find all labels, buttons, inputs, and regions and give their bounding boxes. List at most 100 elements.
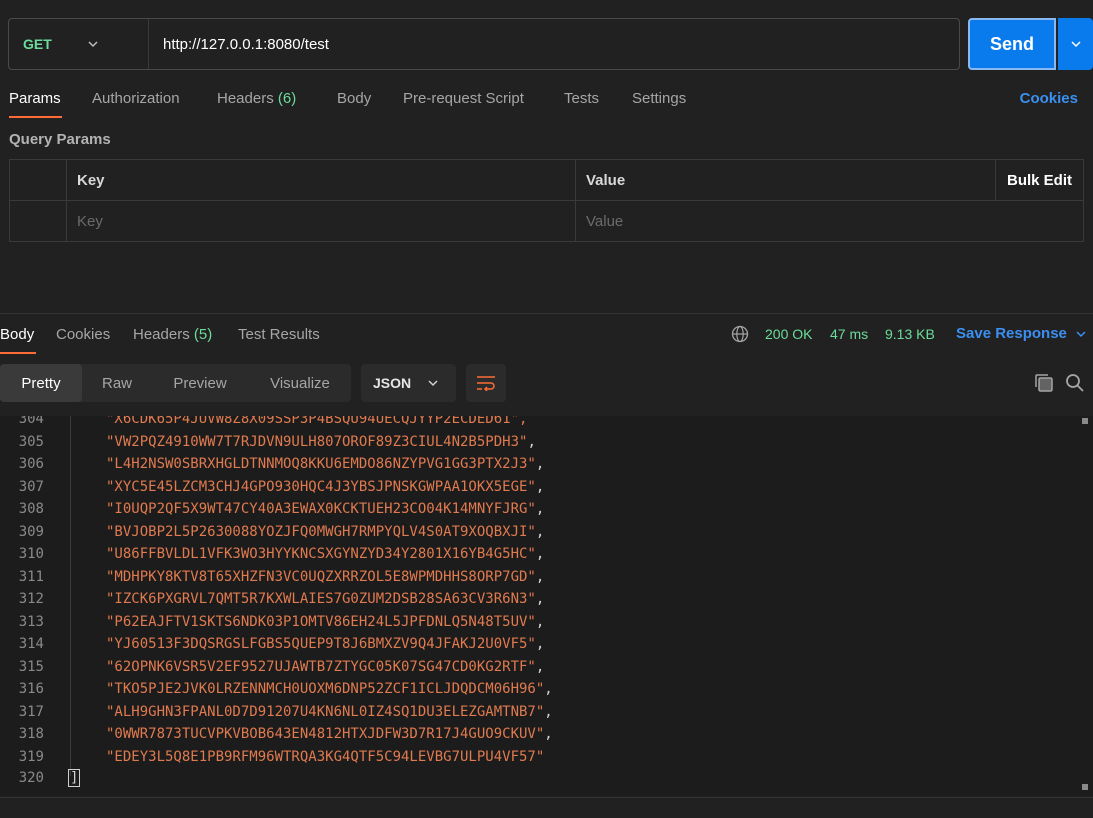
response-headers-count: (5) [193,326,213,343]
tab-authorization[interactable]: Authorization [92,90,180,107]
code-string: "XYC5E45LZCM3CHJ4GPO930HQC4J3YBSJPNSKGWP… [106,479,544,495]
view-preview[interactable]: Preview [160,364,240,402]
query-params-title: Query Params [9,131,111,148]
response-size[interactable]: 9.13 KB [885,326,935,342]
status-bar [0,797,1093,818]
bulk-edit-button[interactable]: Bulk Edit [1007,160,1072,201]
code-string: "VW2PQZ4910WW7T7RJDVN9ULH807OROF89Z3CIUL… [106,434,536,450]
line-number: 309 [18,523,44,540]
code-line: 307 "XYC5E45LZCM3CHJ4GPO930HQC4J3YBSJPNSK… [0,476,1080,499]
view-visualize[interactable]: Visualize [256,364,344,402]
tab-response-body[interactable]: Body [0,326,34,343]
code-line: 309 "BVJOBP2L5P2630088YOZJFQ0MWGH7RMPYQLV… [0,521,1080,544]
code-line: 306 "L4H2NSW0SBRXHGLDTNNMOQ8KKU6EMDO86NZY… [0,453,1080,476]
query-params-table: Key Value Bulk Edit Key Value [9,159,1084,242]
response-view-toolbar: Pretty Raw Preview Visualize JSON [0,364,1093,404]
response-body-editor[interactable]: 304 "X6CDK65P4JUVW8Z8X09SSP3P4BSQU94UECQ… [0,416,1093,796]
tab-tests[interactable]: Tests [564,90,599,107]
tab-settings[interactable]: Settings [632,90,686,107]
code-line: 310 "U86FFBVLDL1VFK3WO3HYYKNCSXGYNZYD34Y2… [0,543,1080,566]
line-number: 320 [18,770,44,787]
request-url-bar: GET [8,18,960,70]
comma: , [527,433,536,450]
line-number: 306 [18,456,44,473]
string-value: "XYC5E45LZCM3CHJ4GPO930HQC4J3YBSJPNSKGWP… [106,478,536,495]
wrap-lines-icon [477,376,495,391]
line-number: 317 [18,703,44,720]
url-input[interactable] [149,19,959,69]
wrap-lines-button[interactable] [466,364,506,402]
string-value: "VW2PQZ4910WW7T7RJDVN9ULH807OROF89Z3CIUL… [106,433,528,450]
tab-response-headers[interactable]: Headers (5) [133,326,212,343]
tab-prerequest-script[interactable]: Pre-request Script [403,90,524,107]
code-string: "P62EAJFTV1SKTS6NDK03P1OMTV86EH24L5JPFDN… [106,614,544,630]
code-string: "TKO5PJE2JVK0LRZENNMCH0UOXM6DNP52ZCF1ICL… [106,681,553,697]
method-label: GET [23,36,52,52]
line-number: 310 [18,546,44,563]
comma: , [544,726,553,743]
comma: , [535,478,545,495]
string-value: "BVJOBP2L5P2630088YOZJFQ0MWGH7RMPYQLV4S0… [106,523,536,540]
format-select[interactable]: JSON [361,364,456,402]
table-header-row: Key Value Bulk Edit [10,160,1083,201]
code-string: "BVJOBP2L5P2630088YOZJFQ0MWGH7RMPYQLV4S0… [106,524,544,540]
string-value: "P62EAJFTV1SKTS6NDK03P1OMTV86EH24L5JPFDN… [106,613,536,630]
comma: , [535,658,545,675]
line-number: 313 [18,613,44,630]
code-line: 315 "62OPNK6VSR5V2EF9527UJAWTB7ZTYGC05K07… [0,656,1080,679]
save-response-button[interactable]: Save Response [956,325,1087,342]
method-select[interactable]: GET [9,19,149,69]
comma: , [544,681,553,698]
pane-divider[interactable] [0,313,1093,314]
code-line: 312 "IZCK6PXGRVL7QMT5R7KXWLAIES7G0ZUM2DSB… [0,588,1080,611]
key-input[interactable]: Key [77,201,567,242]
status-badge[interactable]: 200 OK [765,326,812,342]
chevron-down-icon [1070,41,1081,48]
view-pretty[interactable]: Pretty [0,364,82,402]
comma: , [535,636,545,653]
save-response-label: Save Response [956,325,1067,342]
tab-headers[interactable]: Headers (6) [217,90,296,107]
view-mode-segmented: Pretty Raw Preview Visualize [0,364,351,402]
search-icon[interactable] [1065,373,1085,393]
table-row: Key Value [10,201,1083,242]
code-line: 318 "0WWR7873TUCVPKVBOB643EN4812HTXJDFW3D… [0,723,1080,746]
line-number: 316 [18,681,44,698]
line-number: 315 [18,658,44,675]
value-input[interactable]: Value [586,201,1076,242]
comma: , [535,501,545,518]
code-string: "0WWR7873TUCVPKVBOB643EN4812HTXJDFW3D7R1… [106,726,553,742]
string-value: "YJ60513F3DQSRGSLFGBS5QUEP9T8J6BMXZV9Q4J… [106,636,536,653]
column-header-key: Key [77,172,105,189]
string-value: "L4H2NSW0SBRXHGLDTNNMOQ8KKU6EMDO86NZYPVG… [106,456,536,473]
headers-count: (6) [277,90,297,107]
code-line: 313 "P62EAJFTV1SKTS6NDK03P1OMTV86EH24L5JP… [0,611,1080,634]
string-value: "0WWR7873TUCVPKVBOB643EN4812HTXJDFW3D7R1… [106,726,545,743]
tab-test-results[interactable]: Test Results [238,326,320,343]
cookies-link[interactable]: Cookies [1020,90,1078,107]
code-line: 319 "EDEY3L5Q8E1PB9RFM96WTRQA3KG4QTF5C94L… [0,746,1080,769]
code-string: "IZCK6PXGRVL7QMT5R7KXWLAIES7G0ZUM2DSB28S… [106,591,544,607]
vertical-scrollbar[interactable] [1082,418,1088,790]
copy-icon[interactable] [1034,373,1054,393]
code-string: "YJ60513F3DQSRGSLFGBS5QUEP9T8J6BMXZV9Q4J… [106,636,544,652]
response-time[interactable]: 47 ms [830,326,868,342]
code-line: 317 "ALH9GHN3FPANL0D7D91207U4KN6NL0IZ4SQ1… [0,701,1080,724]
tab-response-cookies[interactable]: Cookies [56,326,110,343]
tab-body[interactable]: Body [337,90,371,107]
string-value: "IZCK6PXGRVL7QMT5R7KXWLAIES7G0ZUM2DSB28S… [106,591,536,608]
view-raw[interactable]: Raw [90,364,144,402]
line-number: 308 [18,501,44,518]
tab-headers-label: Headers [217,90,274,107]
line-number: 319 [18,748,44,765]
chevron-down-icon [1076,330,1086,337]
tab-params[interactable]: Params [9,90,61,107]
code-string: "X6CDK65P4JUVW8Z8X09SSP3P4BSQU94UECQJYYP… [106,416,528,428]
code-string: "EDEY3L5Q8E1PB9RFM96WTRQA3KG4QTF5C94LEVB… [106,749,544,765]
send-button[interactable]: Send [968,18,1056,70]
code-string: "U86FFBVLDL1VFK3WO3HYYKNCSXGYNZYD34Y2801… [106,546,544,562]
code-line: 311 "MDHPKY8KTV8T65XHZFN3VC0UQZXRRZOL5E8W… [0,566,1080,589]
code-string: "L4H2NSW0SBRXHGLDTNNMOQ8KKU6EMDO86NZYPVG… [106,456,544,472]
send-options-button[interactable] [1058,18,1093,70]
globe-icon[interactable] [731,325,749,343]
